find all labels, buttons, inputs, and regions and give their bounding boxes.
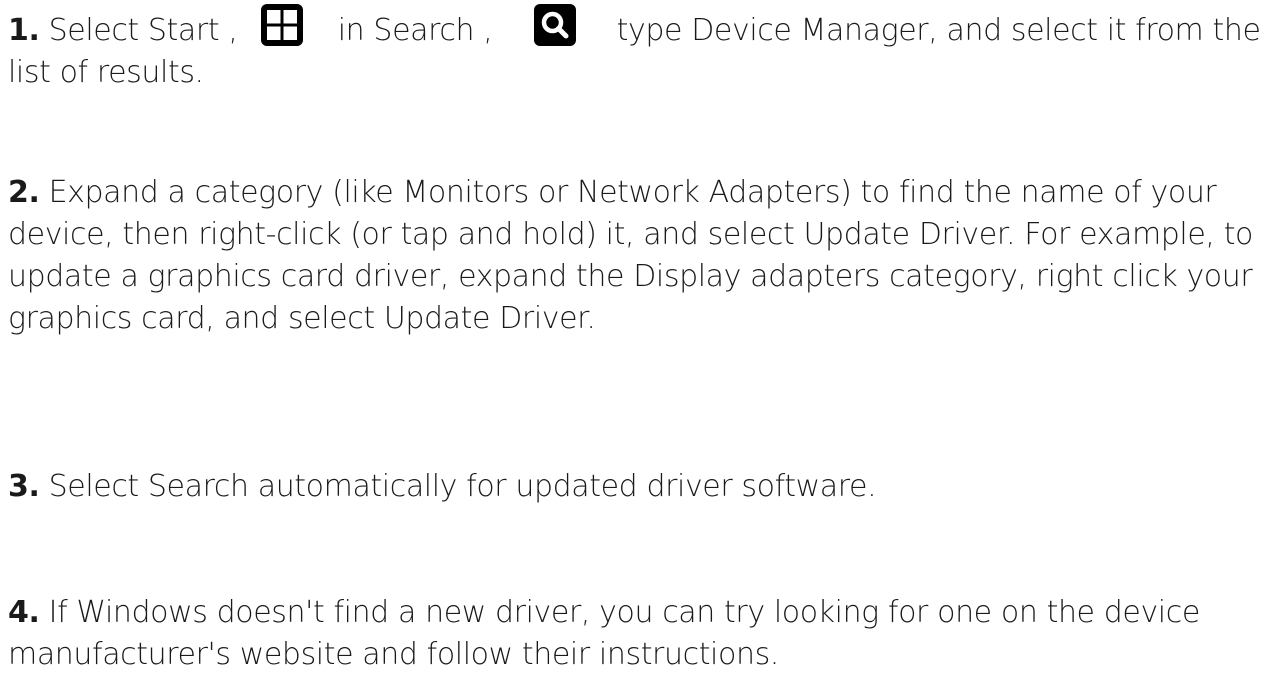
step-text: in Search , <box>337 13 493 48</box>
step-1: 1. Select Start , in Search , type Devic… <box>8 4 1273 94</box>
step-number: 3. <box>8 469 40 504</box>
step-number: 2. <box>8 175 40 210</box>
step-text: If Windows doesn't find a new driver, yo… <box>8 595 1200 672</box>
step-text: Select Search automatically for updated … <box>48 469 877 504</box>
search-icon <box>533 4 576 46</box>
step-2: 2. Expand a category (like Monitors or N… <box>8 172 1273 340</box>
step-number: 1. <box>8 13 40 48</box>
instructions-document: 1. Select Start , in Search , type Devic… <box>0 0 1281 672</box>
step-text: Expand a category (like Monitors or Netw… <box>8 175 1254 336</box>
windows-logo-icon <box>260 4 303 46</box>
step-text: Select Start , <box>48 13 238 48</box>
step-3: 3. Select Search automatically for updat… <box>8 466 1273 508</box>
step-4: 4. If Windows doesn't find a new driver,… <box>8 592 1273 676</box>
step-number: 4. <box>8 595 40 630</box>
